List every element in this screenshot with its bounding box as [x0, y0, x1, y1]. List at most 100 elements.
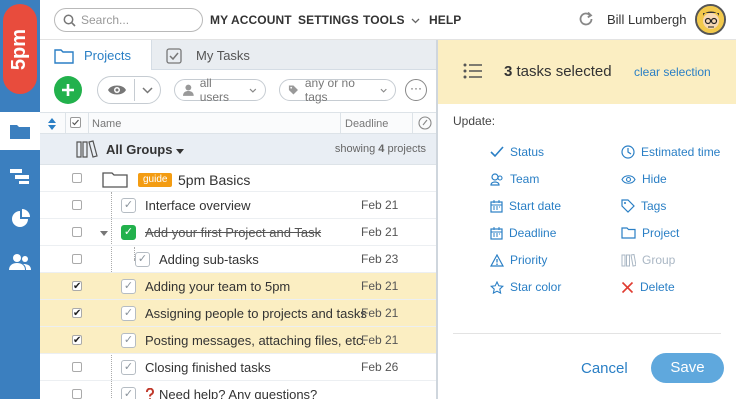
- update-project-button[interactable]: Project: [621, 226, 679, 240]
- row-checkbox[interactable]: [72, 173, 82, 183]
- task-name[interactable]: Need help? Any questions?: [159, 387, 317, 399]
- task-complete-checkbox[interactable]: ✓: [121, 360, 136, 375]
- task-deadline[interactable]: Feb 21: [361, 306, 398, 320]
- header-divider: [340, 113, 341, 134]
- update-start-date-button[interactable]: Start date: [490, 199, 561, 213]
- task-complete-checkbox[interactable]: ✓: [121, 279, 136, 294]
- column-deadline-header[interactable]: Deadline: [345, 118, 388, 130]
- task-row[interactable]: ✓ Interface overview Feb 21: [40, 192, 436, 219]
- task-row[interactable]: ✔ ✓ Posting messages, attaching files, e…: [40, 327, 436, 354]
- rail-projects-icon[interactable]: [0, 112, 40, 150]
- close-icon: [621, 281, 634, 293]
- count-suffix: projects: [384, 143, 426, 155]
- update-priority-button[interactable]: Priority: [490, 253, 547, 267]
- expand-arrow-icon[interactable]: [100, 231, 108, 236]
- more-options-button[interactable]: ···: [405, 79, 427, 101]
- row-checkbox[interactable]: [72, 389, 82, 399]
- task-name[interactable]: Interface overview: [145, 198, 251, 213]
- row-checkbox[interactable]: [72, 362, 82, 372]
- row-checkbox[interactable]: [72, 227, 82, 237]
- group-header[interactable]: All Groups showing 4 projects: [40, 134, 436, 165]
- task-list: guide 5pm Basics ✓ Interface overview Fe…: [40, 165, 436, 399]
- task-row[interactable]: ✓ Adding sub-tasks Feb 23: [40, 246, 436, 273]
- task-row[interactable]: ✓ Need help? Any questions?: [40, 381, 436, 399]
- update-hide-button[interactable]: Hide: [621, 172, 667, 186]
- action-label: Priority: [510, 253, 548, 267]
- question-icon: [146, 388, 154, 399]
- task-deadline[interactable]: Feb 23: [361, 252, 398, 266]
- tab-projects[interactable]: Projects: [40, 40, 152, 71]
- task-deadline[interactable]: Feb 21: [361, 279, 398, 293]
- task-row[interactable]: ✓ Closing finished tasks Feb 26: [40, 354, 436, 381]
- search-input[interactable]: [81, 13, 191, 27]
- refresh-icon[interactable]: [577, 10, 595, 28]
- user-name[interactable]: Bill Lumbergh: [607, 12, 687, 27]
- rail-timeline-icon[interactable]: [0, 157, 40, 195]
- update-status-button[interactable]: Status: [490, 145, 544, 159]
- update-tags-button[interactable]: Tags: [621, 199, 666, 213]
- update-star-color-button[interactable]: Star color: [490, 280, 561, 294]
- task-row[interactable]: ✓ Add your first Project and Task Feb 21: [40, 219, 436, 246]
- view-toggle-button[interactable]: [97, 76, 161, 104]
- task-name[interactable]: Add your first Project and Task: [145, 225, 321, 240]
- add-button[interactable]: [54, 76, 82, 104]
- action-label: Star color: [510, 280, 562, 294]
- nav-tools[interactable]: TOOLS: [363, 13, 420, 27]
- task-name[interactable]: Closing finished tasks: [145, 360, 271, 375]
- app-logo[interactable]: 5pm: [3, 4, 37, 94]
- task-row[interactable]: ✔ ✓ Assigning people to projects and tas…: [40, 300, 436, 327]
- task-deadline[interactable]: Feb 21: [361, 225, 398, 239]
- task-complete-checkbox[interactable]: ✓: [121, 306, 136, 321]
- cancel-button[interactable]: Cancel: [581, 360, 628, 377]
- project-tag[interactable]: guide: [138, 173, 173, 187]
- save-button[interactable]: Save: [651, 353, 724, 383]
- nav-settings[interactable]: SETTINGS: [298, 13, 359, 27]
- nav-help[interactable]: HELP: [429, 13, 461, 27]
- action-label: Project: [642, 226, 680, 240]
- tags-filter[interactable]: any or no tags: [279, 76, 396, 104]
- clear-selection-link[interactable]: clear selection: [634, 65, 711, 79]
- task-deadline[interactable]: Feb 26: [361, 360, 398, 374]
- table-header: Name Deadline: [40, 112, 436, 134]
- select-all-checkbox[interactable]: [70, 117, 81, 128]
- task-complete-checkbox[interactable]: ✓: [121, 198, 136, 213]
- column-name-header[interactable]: Name: [92, 118, 121, 130]
- search-box[interactable]: [54, 8, 203, 32]
- project-row[interactable]: guide 5pm Basics: [40, 165, 436, 192]
- task-complete-checkbox[interactable]: ✓: [121, 333, 136, 348]
- task-complete-checkbox[interactable]: ✓: [135, 252, 150, 267]
- sort-icon[interactable]: [48, 118, 56, 130]
- action-label: Estimated time: [641, 145, 721, 159]
- row-checkbox[interactable]: ✔: [72, 335, 82, 346]
- update-deadline-button[interactable]: Deadline: [490, 226, 556, 240]
- row-checkbox[interactable]: ✔: [72, 281, 82, 292]
- selection-header: 3 tasks selected clear selection: [438, 40, 736, 104]
- row-checkbox[interactable]: [72, 254, 82, 264]
- tab-my-tasks[interactable]: My Tasks: [152, 40, 302, 71]
- avatar[interactable]: [695, 4, 726, 35]
- users-filter[interactable]: all users: [174, 76, 266, 104]
- task-name[interactable]: Posting messages, attaching files, etc.: [145, 333, 366, 348]
- clock-icon: [621, 145, 635, 159]
- group-title[interactable]: All Groups: [106, 142, 185, 157]
- row-checkbox[interactable]: ✔: [72, 308, 82, 319]
- task-name[interactable]: Adding sub-tasks: [159, 252, 259, 267]
- task-deadline[interactable]: Feb 21: [361, 198, 398, 212]
- task-complete-checkbox[interactable]: ✓: [121, 225, 136, 240]
- delete-tasks-button[interactable]: Delete: [621, 280, 675, 294]
- task-complete-checkbox[interactable]: ✓: [121, 387, 136, 399]
- header-divider: [65, 113, 66, 134]
- rail-reports-icon[interactable]: [0, 200, 40, 238]
- update-team-button[interactable]: Team: [490, 172, 539, 186]
- project-name[interactable]: 5pm Basics: [178, 172, 250, 188]
- task-deadline[interactable]: Feb 21: [361, 333, 398, 347]
- rail-people-icon[interactable]: [0, 243, 40, 281]
- task-row[interactable]: ✔ ✓ Adding your team to 5pm Feb 21: [40, 273, 436, 300]
- task-name[interactable]: Adding your team to 5pm: [145, 279, 290, 294]
- action-label: Hide: [642, 172, 667, 186]
- task-name[interactable]: Assigning people to projects and tasks: [145, 306, 367, 321]
- nav-my-account[interactable]: MY ACCOUNT: [210, 13, 292, 27]
- panel-divider: [453, 333, 721, 334]
- row-checkbox[interactable]: [72, 200, 82, 210]
- update-estimated-time-button[interactable]: Estimated time: [621, 145, 720, 159]
